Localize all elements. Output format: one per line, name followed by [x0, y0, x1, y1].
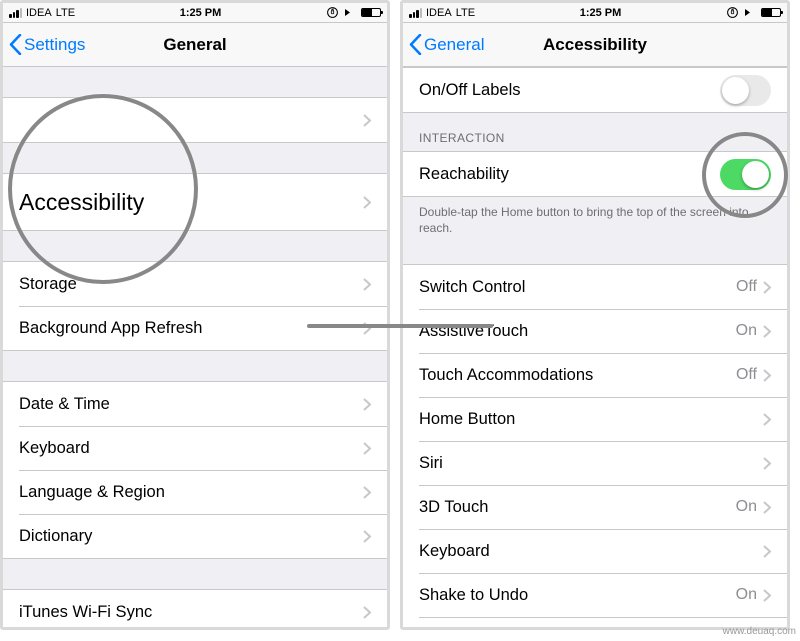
row-label: Accessibility — [19, 189, 363, 216]
table-row[interactable]: Language & Region — [3, 470, 387, 514]
toggle-switch[interactable] — [720, 75, 771, 106]
table-group: Reachability — [403, 151, 787, 197]
table-row[interactable]: Touch AccommodationsOff — [403, 353, 787, 397]
table-row[interactable]: On/Off Labels — [403, 68, 787, 112]
row-label: Dictionary — [19, 527, 363, 546]
nav-bar: Settings General — [3, 23, 387, 67]
table-group: iTunes Wi-Fi SyncVPNNot Connected — [3, 589, 387, 627]
chevron-right-icon — [763, 589, 771, 602]
chevron-right-icon — [763, 457, 771, 470]
back-label: Settings — [24, 35, 85, 55]
toggle-switch[interactable] — [720, 159, 771, 190]
carrier-label: IDEA — [426, 7, 452, 19]
screen-accessibility: IDEA LTE 1:25 PM General Accessibility O… — [400, 0, 790, 630]
table-group — [3, 97, 387, 143]
row-label: Switch Control — [419, 278, 736, 297]
back-button-settings[interactable]: Settings — [3, 34, 85, 55]
table-row[interactable]: Switch ControlOff — [403, 265, 787, 309]
chevron-right-icon — [363, 114, 371, 127]
row-label: Keyboard — [19, 439, 363, 458]
table-group: On/Off Labels — [403, 67, 787, 113]
chevron-right-icon — [363, 442, 371, 455]
row-label: Background App Refresh — [19, 319, 363, 338]
row-label: Language & Region — [19, 483, 363, 502]
table-row[interactable]: Home Button — [403, 397, 787, 441]
row-label: AssistiveTouch — [419, 322, 736, 341]
row-label: 3D Touch — [419, 498, 736, 517]
screen-general: IDEA LTE 1:25 PM Settings General Access… — [0, 0, 390, 630]
nav-arrow-icon — [743, 7, 757, 18]
table-row[interactable]: Dictionary — [3, 514, 387, 558]
table-group: Switch ControlOffAssistiveTouchOnTouch A… — [403, 264, 787, 627]
row-value: Off — [736, 366, 757, 384]
signal-icon — [409, 8, 422, 18]
back-button-general[interactable]: General — [403, 34, 484, 55]
network-label: LTE — [456, 7, 475, 19]
table-row[interactable]: iTunes Wi-Fi Sync — [3, 590, 387, 627]
rotation-lock-icon — [326, 6, 339, 19]
row-label: iTunes Wi-Fi Sync — [19, 603, 363, 622]
settings-list[interactable]: Accessibility Storage Background App Refre… — [3, 67, 387, 627]
chevron-right-icon — [763, 325, 771, 338]
signal-icon — [9, 8, 22, 18]
row-value: On — [736, 322, 757, 340]
row-label: Siri — [419, 454, 763, 473]
table-row[interactable]: Siri — [403, 441, 787, 485]
row-label: Date & Time — [19, 395, 363, 414]
row-label: Storage — [19, 275, 363, 294]
table-row[interactable]: Background App Refresh — [3, 306, 387, 350]
table-row[interactable] — [3, 98, 387, 142]
row-label: On/Off Labels — [419, 81, 720, 100]
table-group: Date & Time Keyboard Language & Region Dict… — [3, 381, 387, 559]
chevron-right-icon — [363, 322, 371, 335]
battery-icon — [361, 8, 381, 17]
row-value: On — [736, 498, 757, 516]
table-row[interactable]: Storage — [3, 262, 387, 306]
row-value: On — [736, 586, 757, 604]
row-label: Reachability — [419, 165, 720, 184]
table-row[interactable]: Reachability — [403, 152, 787, 196]
table-row[interactable]: Date & Time — [3, 382, 387, 426]
status-bar: IDEA LTE 1:25 PM — [3, 3, 387, 23]
battery-icon — [761, 8, 781, 17]
status-time: 1:25 PM — [180, 7, 222, 19]
table-row[interactable]: Keyboard — [3, 426, 387, 470]
chevron-right-icon — [363, 278, 371, 291]
status-time: 1:25 PM — [580, 7, 622, 19]
rotation-lock-icon — [726, 6, 739, 19]
chevron-right-icon — [363, 398, 371, 411]
section-footer: Double-tap the Home button to bring the … — [403, 197, 787, 246]
chevron-right-icon — [363, 530, 371, 543]
table-row[interactable]: Shake to UndoOn — [403, 573, 787, 617]
chevron-right-icon — [763, 545, 771, 558]
table-row[interactable]: AssistiveTouchOn — [403, 309, 787, 353]
nav-arrow-icon — [343, 7, 357, 18]
row-label: Touch Accommodations — [419, 366, 736, 385]
section-header: INTERACTION — [403, 113, 787, 151]
table-group: Storage Background App Refresh — [3, 261, 387, 351]
carrier-label: IDEA — [26, 7, 52, 19]
nav-bar: General Accessibility — [403, 23, 787, 67]
row-label: Keyboard — [419, 542, 763, 561]
accessibility-list[interactable]: On/Off Labels INTERACTION Reachability Doub… — [403, 67, 787, 627]
row-label: Shake to Undo — [419, 586, 736, 605]
network-label: LTE — [56, 7, 75, 19]
chevron-right-icon — [763, 281, 771, 294]
row-value: Off — [736, 278, 757, 296]
table-row[interactable]: 3D TouchOn — [403, 485, 787, 529]
row-label: Home Button — [419, 410, 763, 429]
status-bar: IDEA LTE 1:25 PM — [403, 3, 787, 23]
chevron-right-icon — [763, 413, 771, 426]
table-row[interactable]: Accessibility — [3, 174, 387, 230]
back-label: General — [424, 35, 484, 55]
watermark: www.deuaq.com — [723, 626, 796, 637]
chevron-right-icon — [363, 486, 371, 499]
chevron-right-icon — [363, 196, 371, 209]
table-group: Accessibility — [3, 173, 387, 231]
chevron-right-icon — [763, 369, 771, 382]
chevron-right-icon — [363, 606, 371, 619]
chevron-right-icon — [763, 501, 771, 514]
table-row[interactable]: Keyboard — [403, 529, 787, 573]
